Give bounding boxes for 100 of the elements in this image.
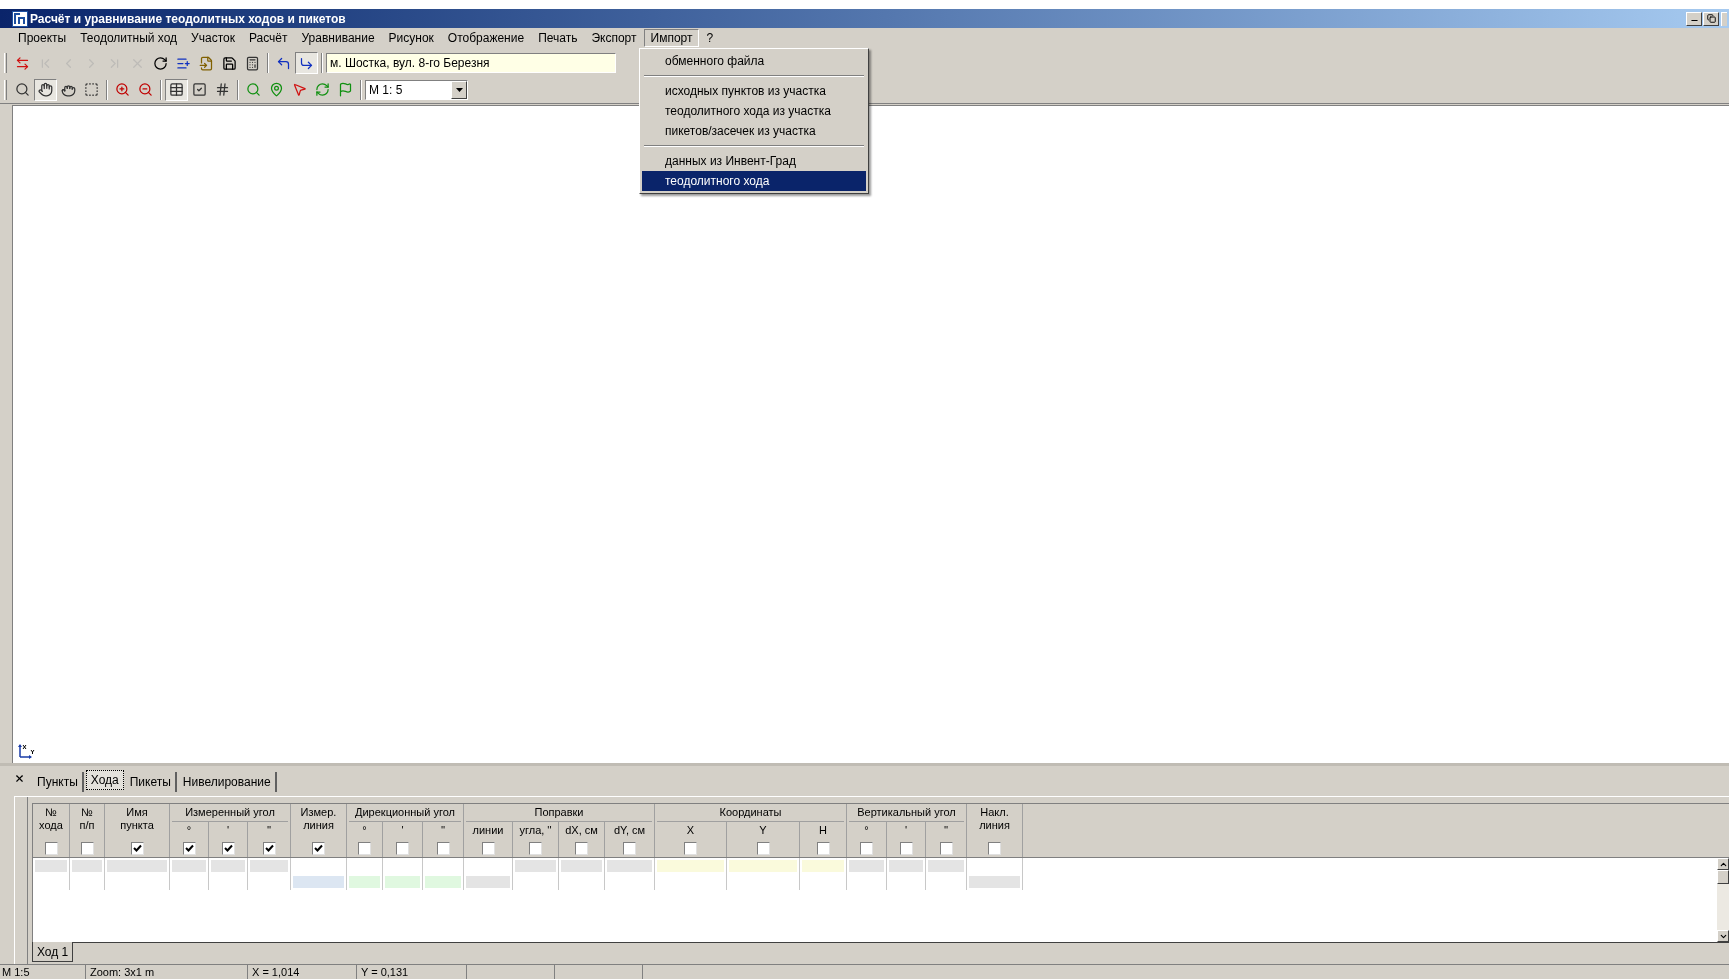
column-header: '' [266,823,272,838]
sheet-tab[interactable]: Ход 1 [32,942,74,962]
column-checkbox[interactable] [575,842,588,855]
column-checkbox[interactable] [221,842,235,855]
column-checkbox[interactable] [182,842,196,855]
menu-item[interactable]: Рисунок [381,29,441,47]
column-checkbox[interactable] [939,842,953,855]
column-checkbox[interactable] [756,842,770,855]
panel-tab[interactable]: Пункты [33,772,84,792]
table-cell[interactable] [889,860,923,872]
status-panel: М 1:5 [0,965,86,979]
table-cell[interactable] [657,860,724,872]
panel-tab[interactable]: Нивелирование [178,772,277,792]
checkmark-icon [264,844,274,853]
column-checkbox[interactable] [860,842,873,855]
column-checkbox[interactable] [436,842,450,855]
column-header: Имя пункта [120,806,154,832]
rotate-icon [315,82,330,97]
restore-button[interactable] [1703,11,1719,26]
menu-option[interactable]: исходных пунктов из участка [642,81,866,101]
column-checkbox[interactable] [816,842,830,855]
table-cell[interactable] [425,876,461,888]
menu-item[interactable]: Уравнивание [294,29,382,47]
column-header: № хода [39,806,63,832]
table-cell[interactable] [849,860,884,872]
column-checkbox[interactable] [481,842,495,855]
panel-tab[interactable]: Пикеты [125,772,177,792]
close-panel-icon[interactable] [14,773,25,784]
column-checkbox[interactable] [684,842,697,855]
column-header: ' [401,823,404,838]
menu-item[interactable]: Участок [184,29,242,47]
scroll-thumb[interactable] [1717,870,1729,884]
column-checkbox[interactable] [396,842,409,855]
table-cell[interactable] [107,860,167,872]
calculator-icon [245,55,260,71]
column-checkbox[interactable] [623,842,636,855]
panel-tab[interactable]: Хода [85,770,124,790]
minimize-button[interactable] [1686,11,1702,26]
column-header: линии [472,823,504,838]
column-header: '' [943,823,949,838]
column-checkbox[interactable] [358,842,371,855]
column-checkbox[interactable] [262,842,276,855]
column-header: Y [759,823,767,838]
table-cell[interactable] [561,860,602,872]
menu-item[interactable]: ? [699,29,721,47]
app-logo-icon [12,10,28,27]
column-header: ° [362,823,367,838]
save-icon [222,55,237,71]
column-header: ' [904,823,908,838]
column-checkbox[interactable] [130,842,144,855]
table-cell[interactable] [802,860,844,872]
menu-option[interactable]: пикетов/засечек из участка [642,121,866,141]
column-checkbox[interactable] [529,842,542,855]
vertical-scrollbar[interactable] [1717,858,1729,942]
menu-option[interactable]: обменного файла [642,51,866,71]
column-group-header: Дирекционный угол [349,804,461,822]
column-header: '' [440,823,446,838]
menu-option[interactable]: теодолитного хода [642,171,866,191]
table-cell[interactable] [928,860,964,872]
hand-icon [38,82,53,97]
toolbar-button[interactable] [165,78,188,101]
table-cell[interactable] [385,876,420,888]
table-cell[interactable] [250,860,288,872]
menu-item[interactable]: Экспорт [584,29,644,47]
table-cell[interactable] [969,876,1020,888]
column-checkbox[interactable] [899,842,913,855]
window-title: Расчёт и уравнивание теодолитных ходов и пикетов [30,10,346,28]
address-field[interactable]: м. Шостка, вул. 8-го Березня [326,53,616,73]
column-checkbox[interactable] [44,842,58,855]
table-cell[interactable] [515,860,556,872]
table-cell[interactable] [211,860,245,872]
arrow-back-icon [276,55,291,71]
table-cell[interactable] [293,876,344,888]
column-checkbox[interactable] [312,842,325,855]
menu-option[interactable]: теодолитного хода из участка [642,101,866,121]
table-cell[interactable] [35,860,67,872]
column-checkbox[interactable] [80,842,94,855]
table-cell[interactable] [729,860,797,872]
column-header: H [819,823,827,838]
menu-item[interactable]: Импорт [643,29,700,47]
toolbar-button[interactable] [34,78,57,101]
menu-item[interactable]: Проекты [11,29,74,47]
scale-value: М 1: 5 [368,81,404,99]
column-header: X [686,823,695,838]
menu-item[interactable]: Расчёт [241,29,295,47]
menu-item[interactable]: Печать [531,29,585,47]
menu-item[interactable]: Отображение [440,29,532,47]
column-checkbox[interactable] [988,842,1001,855]
table-cell[interactable] [607,860,652,872]
menu-item[interactable]: Теодолитный ход [73,29,185,47]
table-cell[interactable] [172,860,206,872]
toolbar-button[interactable] [295,52,318,74]
table-cell[interactable] [72,860,102,872]
table-cell[interactable] [466,876,510,888]
flag-icon [338,82,353,97]
menu-option[interactable]: данных из Инвент-Град [642,151,866,171]
scale-dropdown[interactable]: М 1: 5 [365,79,468,100]
column-group-header: Измеренный угол [172,804,288,822]
table-cell[interactable] [349,876,380,888]
pointer-icon [292,82,307,97]
